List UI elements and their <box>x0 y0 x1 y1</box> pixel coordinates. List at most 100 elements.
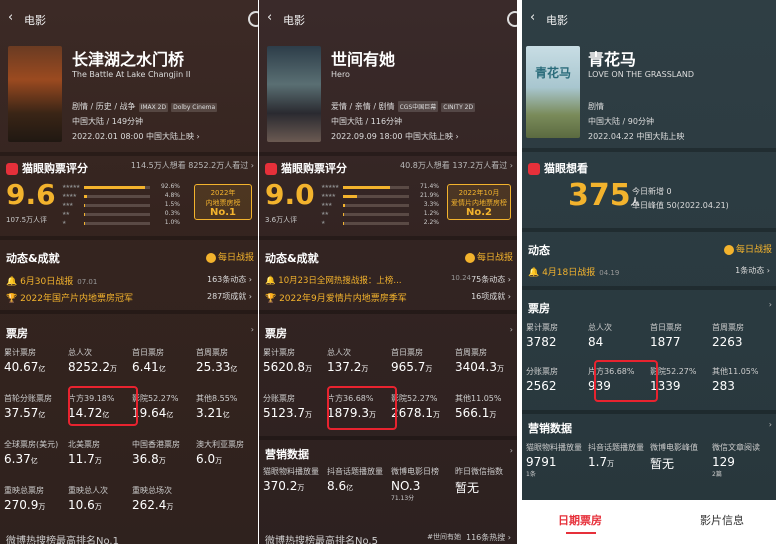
highlight-box <box>327 386 397 430</box>
stat-number: 1877 <box>650 335 681 349</box>
score-value: 9.6 <box>6 178 56 211</box>
score-bar-track <box>343 204 409 207</box>
score-bar-fill <box>343 195 358 198</box>
stat-number: 3404.3 <box>455 360 497 374</box>
back-icon[interactable]: ‹ <box>530 10 535 25</box>
stat-value: 6.37亿 <box>4 452 68 466</box>
stat-value: 8252.2万 <box>68 360 132 374</box>
score-bar-fill <box>84 195 88 198</box>
rank-badge[interactable]: 2022年10月 爱情片内地票房榜 No.2 <box>447 184 511 220</box>
score-bar-track <box>343 186 409 189</box>
stat-value: 965.7万 <box>391 360 455 374</box>
stat-value: 2678.1万 <box>391 406 455 420</box>
stat-number: 6.41 <box>132 360 159 374</box>
stat-value: 137.2万 <box>327 360 391 374</box>
score-distribution: ★★★★★ 71.4% ★★★★ 21.9% ★★★ 3.3% ★★ 1.2% ★ 2.2% <box>321 183 439 229</box>
score-bar-row: ★★★ 1.5% <box>62 201 180 209</box>
daily-report-item[interactable]: 🔔 10月23日全网热搜战报：上榜... 10.24 75条动态 › <box>265 274 511 286</box>
share-icon[interactable] <box>507 11 517 27</box>
stat-label: 抖音话题播放量 <box>327 467 383 476</box>
score-bar-fill <box>343 222 345 225</box>
rank-badge[interactable]: 2022年 内地票房榜 No.1 <box>194 184 252 220</box>
boxoffice-header[interactable]: 票房 › <box>528 300 772 316</box>
share-icon[interactable] <box>248 11 258 27</box>
score-header[interactable]: 猫眼购票评分 114.5万人想看 8252.2万人看过 › <box>6 160 254 176</box>
stat-number: 2263 <box>712 335 743 349</box>
stat-cell: 北美票房 11.7万 <box>68 439 132 466</box>
stat-label: 首轮分账票房 <box>4 394 52 403</box>
stat-value: 11.7万 <box>68 452 132 466</box>
stat-unit: 亿 <box>30 457 38 465</box>
stat-value: 6.0万 <box>196 452 258 466</box>
daily-report-item[interactable]: 🔔 6月30日战报 07.01 163条动态 › <box>6 274 252 287</box>
stat-label: 首周票房 <box>455 348 487 357</box>
tab-movie-info[interactable]: 影片信息 <box>700 512 744 528</box>
score-bar-percent: 1.2% <box>423 210 439 217</box>
highlight-box <box>68 386 138 426</box>
stat-unit: 万 <box>94 503 102 511</box>
stat-value: 3404.3万 <box>455 360 517 374</box>
stat-cell: 总人次 137.2万 <box>327 347 391 374</box>
star-icon: ★★★ <box>62 202 73 208</box>
daily-report-button[interactable]: 每日战报 <box>205 250 254 263</box>
stat-label: 首日票房 <box>132 348 164 357</box>
stat-number: 25.33 <box>196 360 231 374</box>
daily-report-button[interactable]: 每日战报 <box>464 250 513 263</box>
stat-sub: 2篇 <box>712 471 722 478</box>
release-link[interactable]: 2022.09.09 18:00 中国大陆上映 › <box>331 131 459 142</box>
movie-poster[interactable] <box>8 46 62 142</box>
achievement-item[interactable]: 🏆 2022年9月爱情片内地票房季军 16项成就 › <box>265 291 511 304</box>
marketing-header[interactable]: 营销数据 › <box>528 420 772 436</box>
bottom-tab-bar: 日期票房 影片信息 <box>522 500 776 544</box>
stat-cell: 猫眼物料播放量 9791 1条 <box>526 442 588 478</box>
boxoffice-header[interactable]: 票房 › <box>265 325 513 341</box>
stat-cell: 首日票房 6.41亿 <box>132 347 196 374</box>
star-icon: ★★ <box>321 211 329 217</box>
stat-number: NO.3 <box>391 479 421 493</box>
score-bar-row: ★★ 1.2% <box>321 210 439 218</box>
stat-cell: 分账票房 2562 <box>526 366 588 393</box>
marketing-header[interactable]: 营销数据 › <box>265 446 513 462</box>
stat-cell: 中国香港票房 36.8万 <box>132 439 196 466</box>
release-link[interactable]: 2022.02.01 08:00 中国大陆上映 › <box>72 131 200 142</box>
daily-report-button[interactable]: 每日战报 <box>723 242 772 255</box>
stat-label: 影院52.27% <box>391 394 438 403</box>
stat-label: 总人次 <box>68 348 92 357</box>
maoyan-icon <box>265 163 277 175</box>
star-icon: ★★★★★ <box>62 184 80 190</box>
stat-number: 370.2 <box>263 479 298 493</box>
star-icon: ★ <box>321 220 326 226</box>
achievement-item[interactable]: 🏆 2022年国产片内地票房冠军 287项成就 › <box>6 291 252 304</box>
score-bar-track <box>84 195 150 198</box>
stat-number: 8252.2 <box>68 360 110 374</box>
stat-sub: 1条 <box>526 471 536 478</box>
movie-poster[interactable] <box>267 46 321 142</box>
score-bar-row: ★ 1.0% <box>62 219 180 227</box>
daily-report-item[interactable]: 🔔 4月18日战报 04.19 1条动态 › <box>528 265 770 278</box>
stat-value: 84 <box>588 335 650 349</box>
movie-poster[interactable]: 青花马 <box>526 46 580 138</box>
star-icon: ★★★★ <box>62 193 77 199</box>
score-bar-track <box>84 204 150 207</box>
stat-cell: 全球票房(美元) 6.37亿 <box>4 439 68 466</box>
stat-label: 累计票房 <box>263 348 295 357</box>
stat-unit: 万 <box>607 460 615 468</box>
stat-number: 2562 <box>526 379 557 393</box>
stat-value: 129 <box>712 455 774 469</box>
format-tag: Dolby Cinema <box>171 103 218 112</box>
stat-value: 36.8万 <box>132 452 196 466</box>
boxoffice-header[interactable]: 票房 › <box>6 325 254 341</box>
stat-number: 965.7 <box>391 360 426 374</box>
stat-number: 2678.1 <box>391 406 433 420</box>
score-bar-row: ★ 2.2% <box>321 219 439 227</box>
stat-number: 566.1 <box>455 406 490 420</box>
back-icon[interactable]: ‹ <box>267 10 272 25</box>
score-header[interactable]: 猫眼购票评分 40.8万人想看 137.2万人看过 › <box>265 160 513 176</box>
stat-label: 累计票房 <box>526 323 558 332</box>
stat-number: 36.8 <box>132 452 159 466</box>
stat-value: 6.41亿 <box>132 360 196 374</box>
tab-daily-boxoffice[interactable]: 日期票房 <box>558 512 602 534</box>
format-tag: CINITY 2D <box>441 103 476 112</box>
stat-unit: 万 <box>497 365 504 373</box>
back-icon[interactable]: ‹ <box>8 10 13 25</box>
